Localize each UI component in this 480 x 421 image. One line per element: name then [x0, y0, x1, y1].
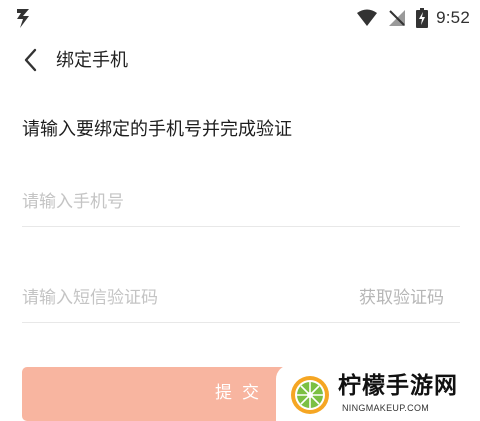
wifi-icon [356, 9, 378, 27]
status-icons: 9:52 [356, 6, 470, 30]
app-notification-icon [14, 6, 34, 30]
status-time: 9:52 [436, 8, 470, 27]
battery-charging-icon [416, 8, 429, 28]
submit-label: 提交 [215, 383, 269, 402]
app-header: 绑定手机 [0, 40, 480, 84]
back-button[interactable] [14, 46, 46, 78]
status-bar: 9:52 [0, 0, 480, 36]
chevron-left-icon [23, 48, 37, 76]
no-signal-icon [388, 9, 406, 27]
page-title: 绑定手机 [56, 50, 128, 71]
instruction-text: 请输入要绑定的手机号并完成验证 [22, 119, 292, 140]
get-code-button[interactable]: 获取验证码 [359, 286, 444, 310]
lemon-logo-icon [290, 375, 330, 415]
phone-input[interactable] [22, 180, 322, 224]
sms-code-field: 获取验证码 [22, 276, 460, 323]
watermark-title: 柠檬手游网 [338, 373, 458, 399]
sms-code-input[interactable] [22, 276, 322, 320]
watermark: 柠檬手游网 NINGMAKEUP.COM [276, 365, 480, 421]
phone-field [22, 180, 460, 227]
watermark-url: NINGMAKEUP.COM [342, 403, 430, 413]
